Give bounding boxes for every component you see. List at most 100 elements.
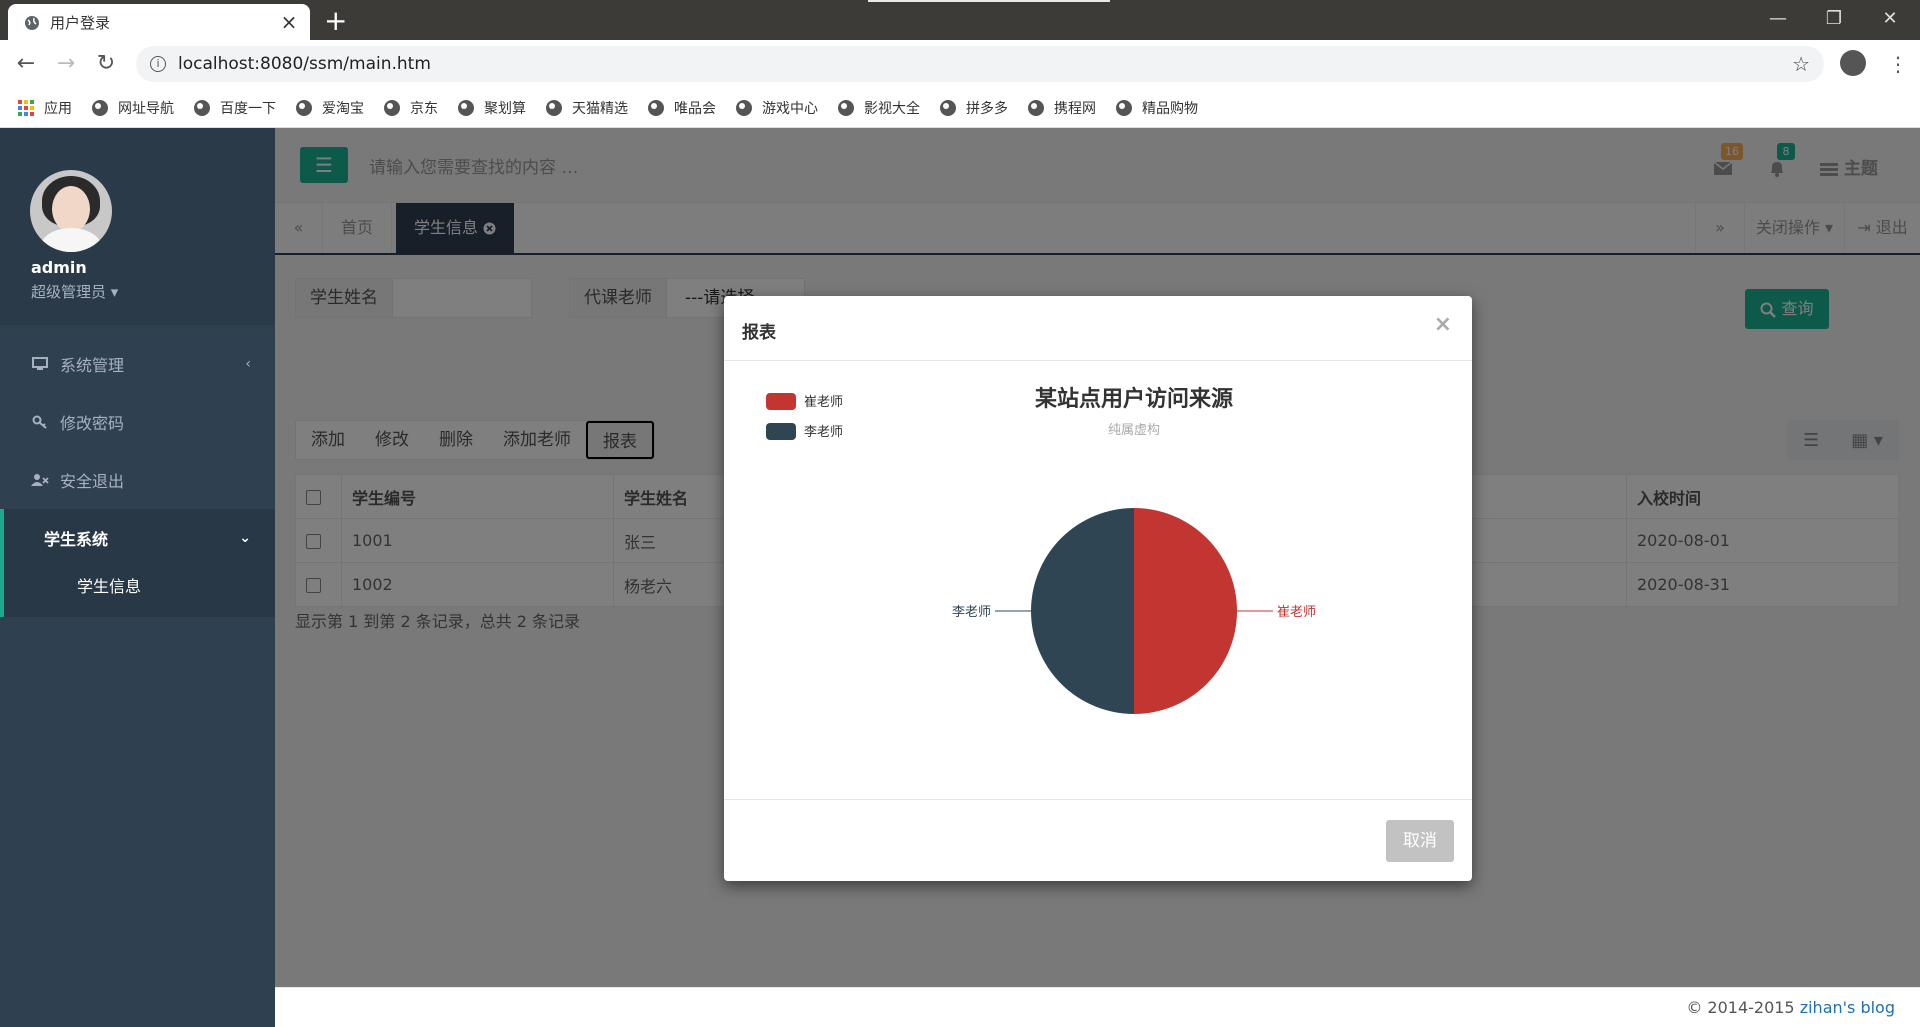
forward-icon[interactable]: → xyxy=(50,48,82,80)
modal-title: 报表 xyxy=(742,323,776,343)
close-icon[interactable]: × xyxy=(278,10,300,34)
blog-link[interactable]: zihan's blog xyxy=(1800,998,1895,1017)
bookmark-label: 精品购物 xyxy=(1142,100,1198,117)
pie-label: 李老师 xyxy=(952,605,991,620)
browser-tab[interactable]: 用户登录 × xyxy=(8,4,310,40)
bookmark-item[interactable]: 携程网 xyxy=(1028,98,1096,118)
pie-slices xyxy=(1031,508,1237,714)
user-role-dropdown[interactable]: 超级管理员 ▾ xyxy=(31,281,118,302)
legend-label[interactable]: 崔老师 xyxy=(804,394,843,410)
chevron-down-icon: ⌄ xyxy=(239,530,251,546)
bookmark-item[interactable]: 天猫精选 xyxy=(546,98,628,118)
report-modal: 报表 × 某站点用户访问来源 纯属虚构 崔老师 李老师 崔老师 李老师 取消 xyxy=(724,296,1472,881)
bookmark-item[interactable]: 京东 xyxy=(384,98,438,118)
monitor-icon xyxy=(30,356,50,372)
pie-label: 崔老师 xyxy=(1277,604,1316,620)
globe-icon xyxy=(24,13,40,31)
cancel-button[interactable]: 取消 xyxy=(1386,820,1454,862)
bookmark-item[interactable]: 聚划算 xyxy=(458,98,526,118)
globe-icon xyxy=(736,99,752,116)
globe-icon xyxy=(92,99,108,116)
sidebar-item-label: 安全退出 xyxy=(60,472,125,491)
globe-icon xyxy=(838,99,854,116)
bookmark-label: 唯品会 xyxy=(674,100,716,117)
bookmark-label: 百度一下 xyxy=(220,100,276,117)
legend-label[interactable]: 李老师 xyxy=(804,425,843,440)
bookmark-label: 京东 xyxy=(410,100,438,117)
modal-footer: 取消 xyxy=(724,799,1472,881)
globe-icon xyxy=(1028,99,1044,116)
legend-swatch[interactable] xyxy=(766,393,796,410)
bookmark-item[interactable]: 百度一下 xyxy=(194,98,276,118)
caret-down-icon: ▾ xyxy=(106,283,119,301)
chart-legend: 崔老师李老师 xyxy=(766,393,843,440)
bookmark-label: 拼多多 xyxy=(966,100,1008,117)
user-profile: admin 超级管理员 ▾ xyxy=(0,128,275,325)
pie-slice[interactable] xyxy=(1031,508,1134,714)
browser-tab-strip: 用户登录 × + — ❐ ✕ xyxy=(0,0,1920,40)
sidebar-group-student-system[interactable]: 学生系统 ⌄ xyxy=(0,509,275,567)
info-icon[interactable]: i xyxy=(150,56,166,72)
pie-slice[interactable] xyxy=(1134,508,1237,714)
url-text[interactable]: localhost:8080/ssm/main.htm xyxy=(178,46,431,82)
pie-chart: 某站点用户访问来源 纯属虚构 崔老师李老师 崔老师李老师 xyxy=(766,386,1316,714)
bookmark-item[interactable]: 爱淘宝 xyxy=(296,98,364,118)
reload-icon[interactable]: ↻ xyxy=(90,48,122,80)
bookmark-label: 爱淘宝 xyxy=(322,100,364,117)
bookmarks-bar: 应用 网址导航 百度一下 爱淘宝 京东 聚划算 天猫精选 唯品会 游戏中心 影视… xyxy=(0,88,1920,128)
modal-body: 某站点用户访问来源 纯属虚构 崔老师 李老师 崔老师 李老师 xyxy=(724,361,1472,799)
window-close-icon[interactable]: ✕ xyxy=(1862,0,1918,40)
globe-icon xyxy=(1116,99,1132,116)
globe-icon xyxy=(296,99,312,116)
bookmark-apps[interactable]: 应用 xyxy=(18,98,72,118)
avatar[interactable] xyxy=(30,170,112,252)
globe-icon xyxy=(458,99,474,116)
star-icon[interactable]: ☆ xyxy=(1792,46,1810,82)
bookmark-label: 聚划算 xyxy=(484,100,526,117)
globe-icon xyxy=(648,99,664,116)
menu-dots-icon[interactable]: ⋮ xyxy=(1888,52,1908,76)
sidebar-item-change-password[interactable]: 修改密码 xyxy=(0,393,275,451)
bookmark-label: 游戏中心 xyxy=(762,100,818,117)
user-role: 超级管理员 xyxy=(31,283,107,301)
sidebar-item-system[interactable]: 系统管理 ‹ xyxy=(0,335,275,393)
bookmark-label: 影视大全 xyxy=(864,100,920,117)
key-icon xyxy=(30,414,50,430)
modal-close-icon[interactable]: × xyxy=(1434,312,1452,337)
bookmark-item[interactable]: 影视大全 xyxy=(838,98,920,118)
new-tab-button[interactable]: + xyxy=(324,4,347,38)
bookmark-item[interactable]: 网址导航 xyxy=(92,98,174,118)
sidebar-item-label: 系统管理 xyxy=(60,356,125,375)
sidebar-item-logout[interactable]: 安全退出 xyxy=(0,451,275,509)
modal-header: 报表 × xyxy=(724,296,1472,361)
copyright: © 2014-2015 zihan's blog xyxy=(1686,998,1895,1017)
chevron-left-icon: ‹ xyxy=(245,356,251,372)
username: admin xyxy=(31,258,87,277)
legend-swatch[interactable] xyxy=(766,423,796,440)
chart-subtitle: 纯属虚构 xyxy=(1108,423,1160,438)
bookmark-label: 携程网 xyxy=(1054,100,1096,117)
bookmark-label: 天猫精选 xyxy=(572,100,628,117)
minimize-icon[interactable]: — xyxy=(1750,0,1806,40)
bookmark-item[interactable]: 游戏中心 xyxy=(736,98,818,118)
back-icon[interactable]: ← xyxy=(10,48,42,80)
sidebar-item-label: 修改密码 xyxy=(60,414,125,433)
tab-title: 用户登录 xyxy=(50,13,111,32)
copyright-text: © 2014-2015 xyxy=(1686,998,1800,1017)
globe-icon xyxy=(384,99,400,116)
profile-avatar-icon[interactable] xyxy=(1840,50,1866,76)
sidebar: admin 超级管理员 ▾ 系统管理 ‹ 修改密码 安全退出 学生系统 ⌄ 学生… xyxy=(0,128,275,1027)
sidebar-subitem-student-info[interactable]: 学生信息 xyxy=(0,567,275,617)
loading-indicator xyxy=(868,0,1110,2)
bookmark-item[interactable]: 唯品会 xyxy=(648,98,716,118)
chart-title: 某站点用户访问来源 xyxy=(1035,386,1233,412)
globe-icon xyxy=(546,99,562,116)
bookmark-item[interactable]: 精品购物 xyxy=(1116,98,1198,118)
restore-icon[interactable]: ❐ xyxy=(1806,0,1862,40)
bookmark-label: 网址导航 xyxy=(118,100,174,117)
address-bar: ← → ↻ i localhost:8080/ssm/main.htm ☆ xyxy=(0,40,1920,88)
bookmark-label: 应用 xyxy=(44,100,72,117)
globe-icon xyxy=(940,99,956,116)
bookmark-item[interactable]: 拼多多 xyxy=(940,98,1008,118)
omnibox[interactable]: i localhost:8080/ssm/main.htm ☆ xyxy=(136,46,1824,82)
